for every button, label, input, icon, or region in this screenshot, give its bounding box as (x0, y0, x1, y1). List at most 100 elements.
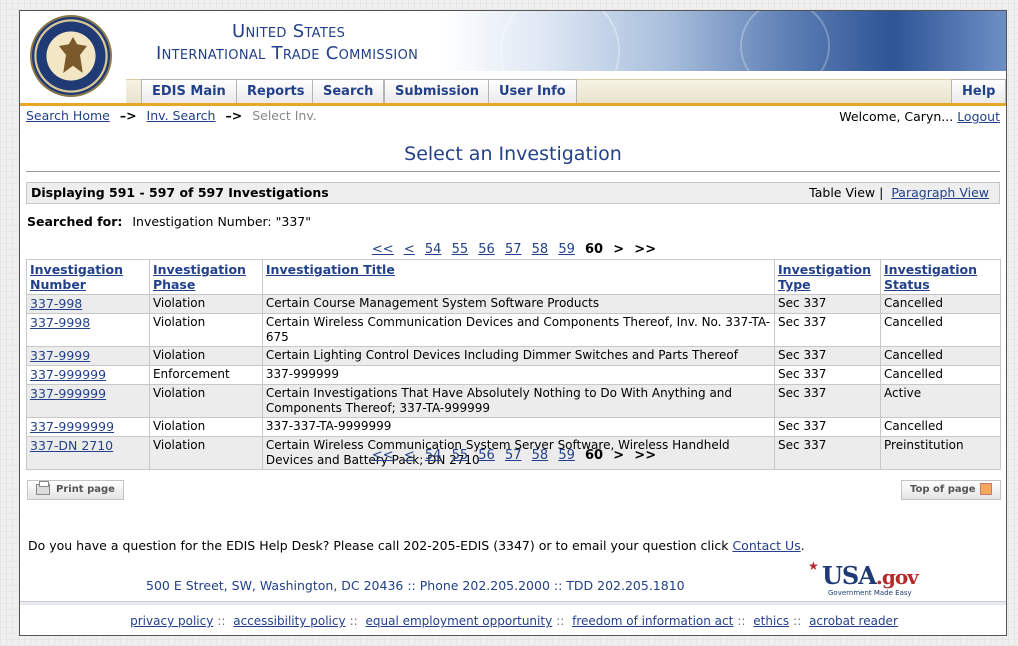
status-cell: Cancelled (880, 346, 1001, 366)
result-count: Displaying 591 - 597 of 597 Investigatio… (31, 185, 329, 200)
pager-page-57[interactable]: 57 (505, 448, 522, 463)
pager-page-55[interactable]: 55 (452, 448, 469, 463)
top-of-page-button[interactable]: Top of page (901, 480, 1001, 500)
star-icon: ★ (808, 559, 819, 573)
breadcrumb-arrow: –> (225, 108, 243, 123)
pager-last: >> (634, 448, 657, 463)
investigation-number-link[interactable]: 337-998 (30, 296, 82, 311)
tab-user-info[interactable]: User Info (488, 79, 577, 103)
pager-page-58[interactable]: 58 (532, 242, 549, 257)
help-desk-message: Do you have a question for the EDIS Help… (28, 538, 733, 553)
tab-reports[interactable]: Reports (236, 79, 316, 103)
pager-prev[interactable]: < (404, 448, 415, 463)
table-row: 337-999999 Violation Certain Investigati… (26, 384, 1001, 418)
breadcrumb-search-home[interactable]: Search Home (26, 108, 110, 123)
page: United States International Trade Commis… (19, 10, 1007, 636)
type-cell: Sec 337 (774, 346, 882, 366)
title-cell: Certain Investigations That Have Absolut… (261, 384, 776, 418)
header-divider (20, 103, 1006, 106)
footer-foia[interactable]: freedom of information act (572, 614, 733, 628)
pager-last: >> (634, 242, 657, 257)
phase-cell: Violation (148, 313, 263, 347)
header-investigation-type[interactable]: Investigation Type (774, 259, 882, 295)
type-cell: Sec 337 (774, 313, 882, 347)
header-investigation-title[interactable]: Investigation Title (261, 259, 776, 295)
pager-top: << < 54 55 56 57 58 59 60 > >> (20, 242, 1006, 257)
tab-help[interactable]: Help (951, 79, 1006, 103)
footer-privacy-policy[interactable]: privacy policy (130, 614, 213, 628)
pager-page-56[interactable]: 56 (478, 242, 495, 257)
searched-for-value: Investigation Number: "337" (132, 214, 311, 229)
phase-cell: Enforcement (148, 365, 263, 385)
page-top-icon (979, 483, 992, 495)
pager-page-59[interactable]: 59 (558, 242, 575, 257)
pager-prev[interactable]: < (404, 242, 415, 257)
header-banner (440, 11, 1006, 111)
investigation-number-link[interactable]: 337-9998 (30, 315, 90, 330)
header-investigation-phase[interactable]: Investigation Phase (148, 259, 263, 295)
status-cell: Active (880, 384, 1001, 418)
header-investigation-status[interactable]: Investigation Status (880, 259, 1001, 295)
pager-next: > (613, 448, 625, 463)
breadcrumb: Search Home –> Inv. Search –> Select Inv… (26, 108, 317, 123)
breadcrumb-inv-search[interactable]: Inv. Search (147, 108, 216, 123)
table-row: 337-998 Violation Certain Course Managem… (26, 294, 1001, 314)
view-separator: | (879, 185, 884, 200)
footer-links: privacy policy:: accessibility policy:: … (130, 614, 898, 628)
investigation-number-link[interactable]: 337-9999 (30, 348, 90, 363)
paragraph-view-link[interactable]: Paragraph View (891, 185, 989, 200)
tab-submission[interactable]: Submission (384, 79, 491, 103)
top-of-page-label: Top of page (910, 484, 976, 495)
investigation-number-link[interactable]: 337-999999 (30, 367, 106, 382)
usagov-usa: USA (822, 561, 877, 590)
title-cell: Certain Course Management System Softwar… (261, 294, 776, 314)
agency-title: United States International Trade Commis… (156, 21, 418, 65)
status-cell: Cancelled (880, 294, 1001, 314)
pager-page-58[interactable]: 58 (532, 448, 549, 463)
pager-page-54[interactable]: 54 (425, 242, 442, 257)
welcome-area: Welcome, Caryn... Logout (839, 109, 1000, 124)
searched-for-label: Searched for: (27, 214, 123, 229)
status-cell: Cancelled (880, 313, 1001, 347)
tab-search[interactable]: Search (312, 79, 385, 103)
pager-page-57[interactable]: 57 (505, 242, 522, 257)
footer-acrobat-reader[interactable]: acrobat reader (809, 614, 898, 628)
pager-page-56[interactable]: 56 (478, 448, 495, 463)
phase-cell: Violation (148, 417, 263, 437)
status-cell: Cancelled (880, 365, 1001, 385)
pager-page-59[interactable]: 59 (558, 448, 575, 463)
type-cell: Sec 337 (774, 417, 882, 437)
table-row: 337-9998 Violation Certain Wireless Comm… (26, 313, 1001, 347)
pager-first[interactable]: << (372, 448, 394, 463)
pager-page-55[interactable]: 55 (452, 242, 469, 257)
footer-ethics[interactable]: ethics (753, 614, 789, 628)
footer-equal-employment[interactable]: equal employment opportunity (366, 614, 553, 628)
title-cell: 337-999999 (261, 365, 776, 385)
phase-cell: Violation (148, 384, 263, 418)
print-page-button[interactable]: Print page (27, 480, 124, 500)
table-view-label: Table View (809, 185, 876, 200)
investigation-number-link[interactable]: 337-9999999 (30, 419, 114, 434)
table-row: 337-9999 Violation Certain Lighting Cont… (26, 346, 1001, 366)
logout-link[interactable]: Logout (957, 109, 1000, 124)
agency-title-line1: United States (232, 21, 346, 42)
investigation-number-link[interactable]: 337-999999 (30, 386, 106, 401)
welcome-text: Welcome, Caryn... (839, 109, 954, 124)
pager-first[interactable]: << (372, 242, 394, 257)
tab-edis-main[interactable]: EDIS Main (141, 79, 237, 103)
view-toggle: Table View | Paragraph View (809, 183, 989, 203)
breadcrumb-current: Select Inv. (252, 108, 317, 123)
printer-icon (36, 480, 50, 495)
pager-bottom: << < 54 55 56 57 58 59 60 > >> (20, 448, 1006, 463)
display-bar: Displaying 591 - 597 of 597 Investigatio… (26, 182, 1000, 204)
help-desk-text: Do you have a question for the EDIS Help… (28, 538, 805, 553)
footer-accessibility-policy[interactable]: accessibility policy (233, 614, 345, 628)
header-investigation-number[interactable]: Investigation Number (26, 259, 150, 295)
usagov-gov: .gov (875, 565, 919, 589)
usagov-tagline: Government Made Easy (828, 589, 912, 597)
contact-us-link[interactable]: Contact Us (732, 538, 800, 553)
pager-page-54[interactable]: 54 (425, 448, 442, 463)
usa-gov-logo[interactable]: ★ USA.gov Government Made Easy (808, 559, 928, 599)
eagle-icon (59, 37, 87, 73)
status-cell: Cancelled (880, 417, 1001, 437)
